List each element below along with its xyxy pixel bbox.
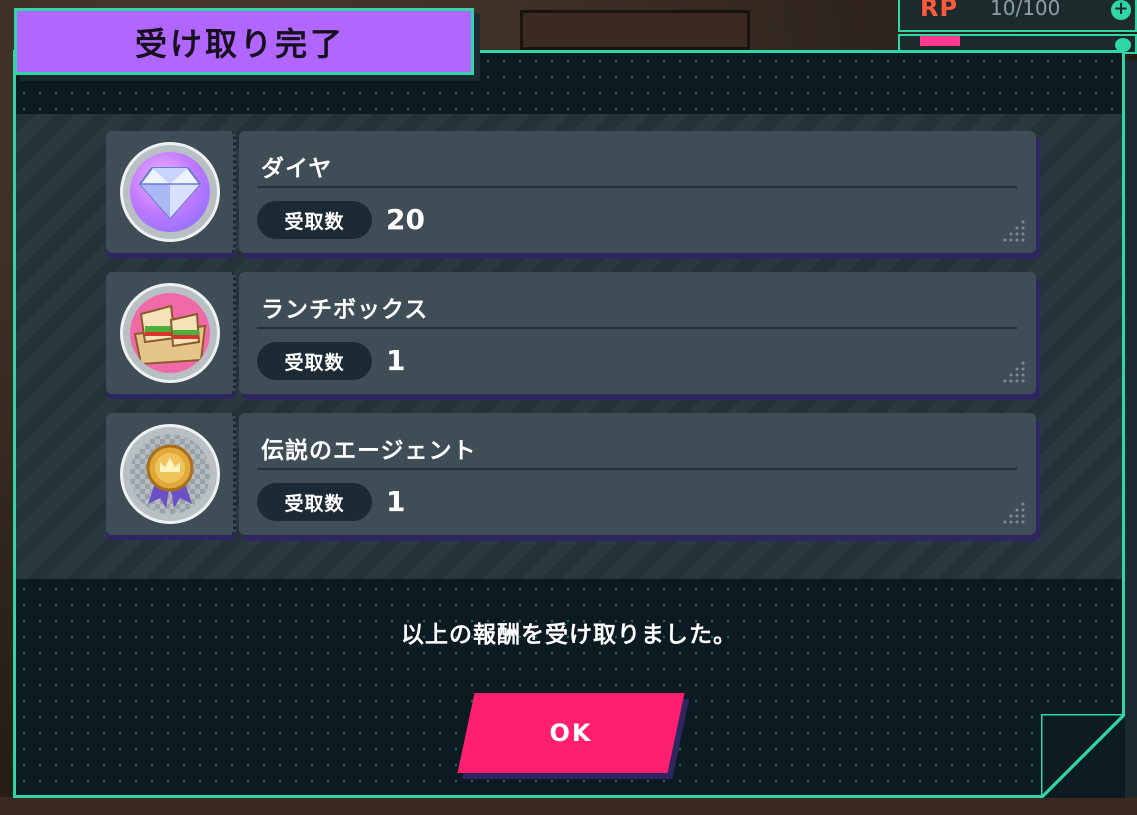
background-floor	[0, 797, 1137, 815]
dialog-title: 受け取り完了	[135, 24, 346, 63]
rp-hud: RP 10/100 +	[898, 0, 1137, 32]
reward-row: ランチボックス 受取数 1	[106, 272, 1036, 394]
folded-corner-decoration	[1041, 714, 1125, 798]
icon-frame	[120, 283, 220, 383]
ok-button[interactable]: OK	[457, 693, 685, 773]
hud-badge	[920, 36, 960, 46]
reward-name: 伝説のエージェント	[261, 438, 477, 464]
quantity-label: 受取数	[257, 483, 372, 521]
divider	[257, 186, 1017, 188]
lunchbox-icon	[130, 293, 210, 373]
reward-name: ダイヤ	[261, 156, 333, 182]
rp-value: 10/100	[990, 0, 1061, 20]
diamond-icon	[130, 152, 210, 232]
corner-dots-decoration	[1003, 502, 1025, 524]
title-tab: 受け取り完了	[14, 8, 474, 75]
rp-label: RP	[920, 0, 959, 22]
icon-frame	[120, 424, 220, 524]
corner-dots-decoration	[1003, 361, 1025, 383]
divider	[257, 468, 1017, 470]
quantity-value: 1	[386, 485, 406, 518]
completion-message: 以上の報酬を受け取りました。	[401, 622, 737, 648]
reward-dialog: ダイヤ 受取数 20 ランチボックス 受取数 1 伝説のエージェント 受取数 1…	[13, 50, 1125, 798]
quantity-label: 受取数	[257, 201, 372, 239]
reward-info: ダイヤ 受取数 20	[239, 131, 1036, 253]
rewards-list: ダイヤ 受取数 20 ランチボックス 受取数 1 伝説のエージェント 受取数 1	[16, 114, 1122, 579]
medal-icon	[130, 434, 210, 514]
reward-icon-cell	[106, 131, 236, 253]
quantity-label: 受取数	[257, 342, 372, 380]
quantity-value: 1	[386, 344, 406, 377]
reward-info: ランチボックス 受取数 1	[239, 272, 1036, 394]
reward-icon-cell	[106, 413, 236, 535]
reward-icon-cell	[106, 272, 236, 394]
corner-dots-decoration	[1003, 220, 1025, 242]
plus-icon: +	[1111, 0, 1131, 20]
reward-row: ダイヤ 受取数 20	[106, 131, 1036, 253]
reward-info: 伝説のエージェント 受取数 1	[239, 413, 1036, 535]
reward-name: ランチボックス	[261, 297, 429, 323]
background-frame	[520, 10, 750, 50]
quantity-value: 20	[386, 203, 425, 236]
reward-row: 伝説のエージェント 受取数 1	[106, 413, 1036, 535]
divider	[257, 327, 1017, 329]
ok-button-label: OK	[549, 719, 593, 747]
icon-frame	[120, 142, 220, 242]
